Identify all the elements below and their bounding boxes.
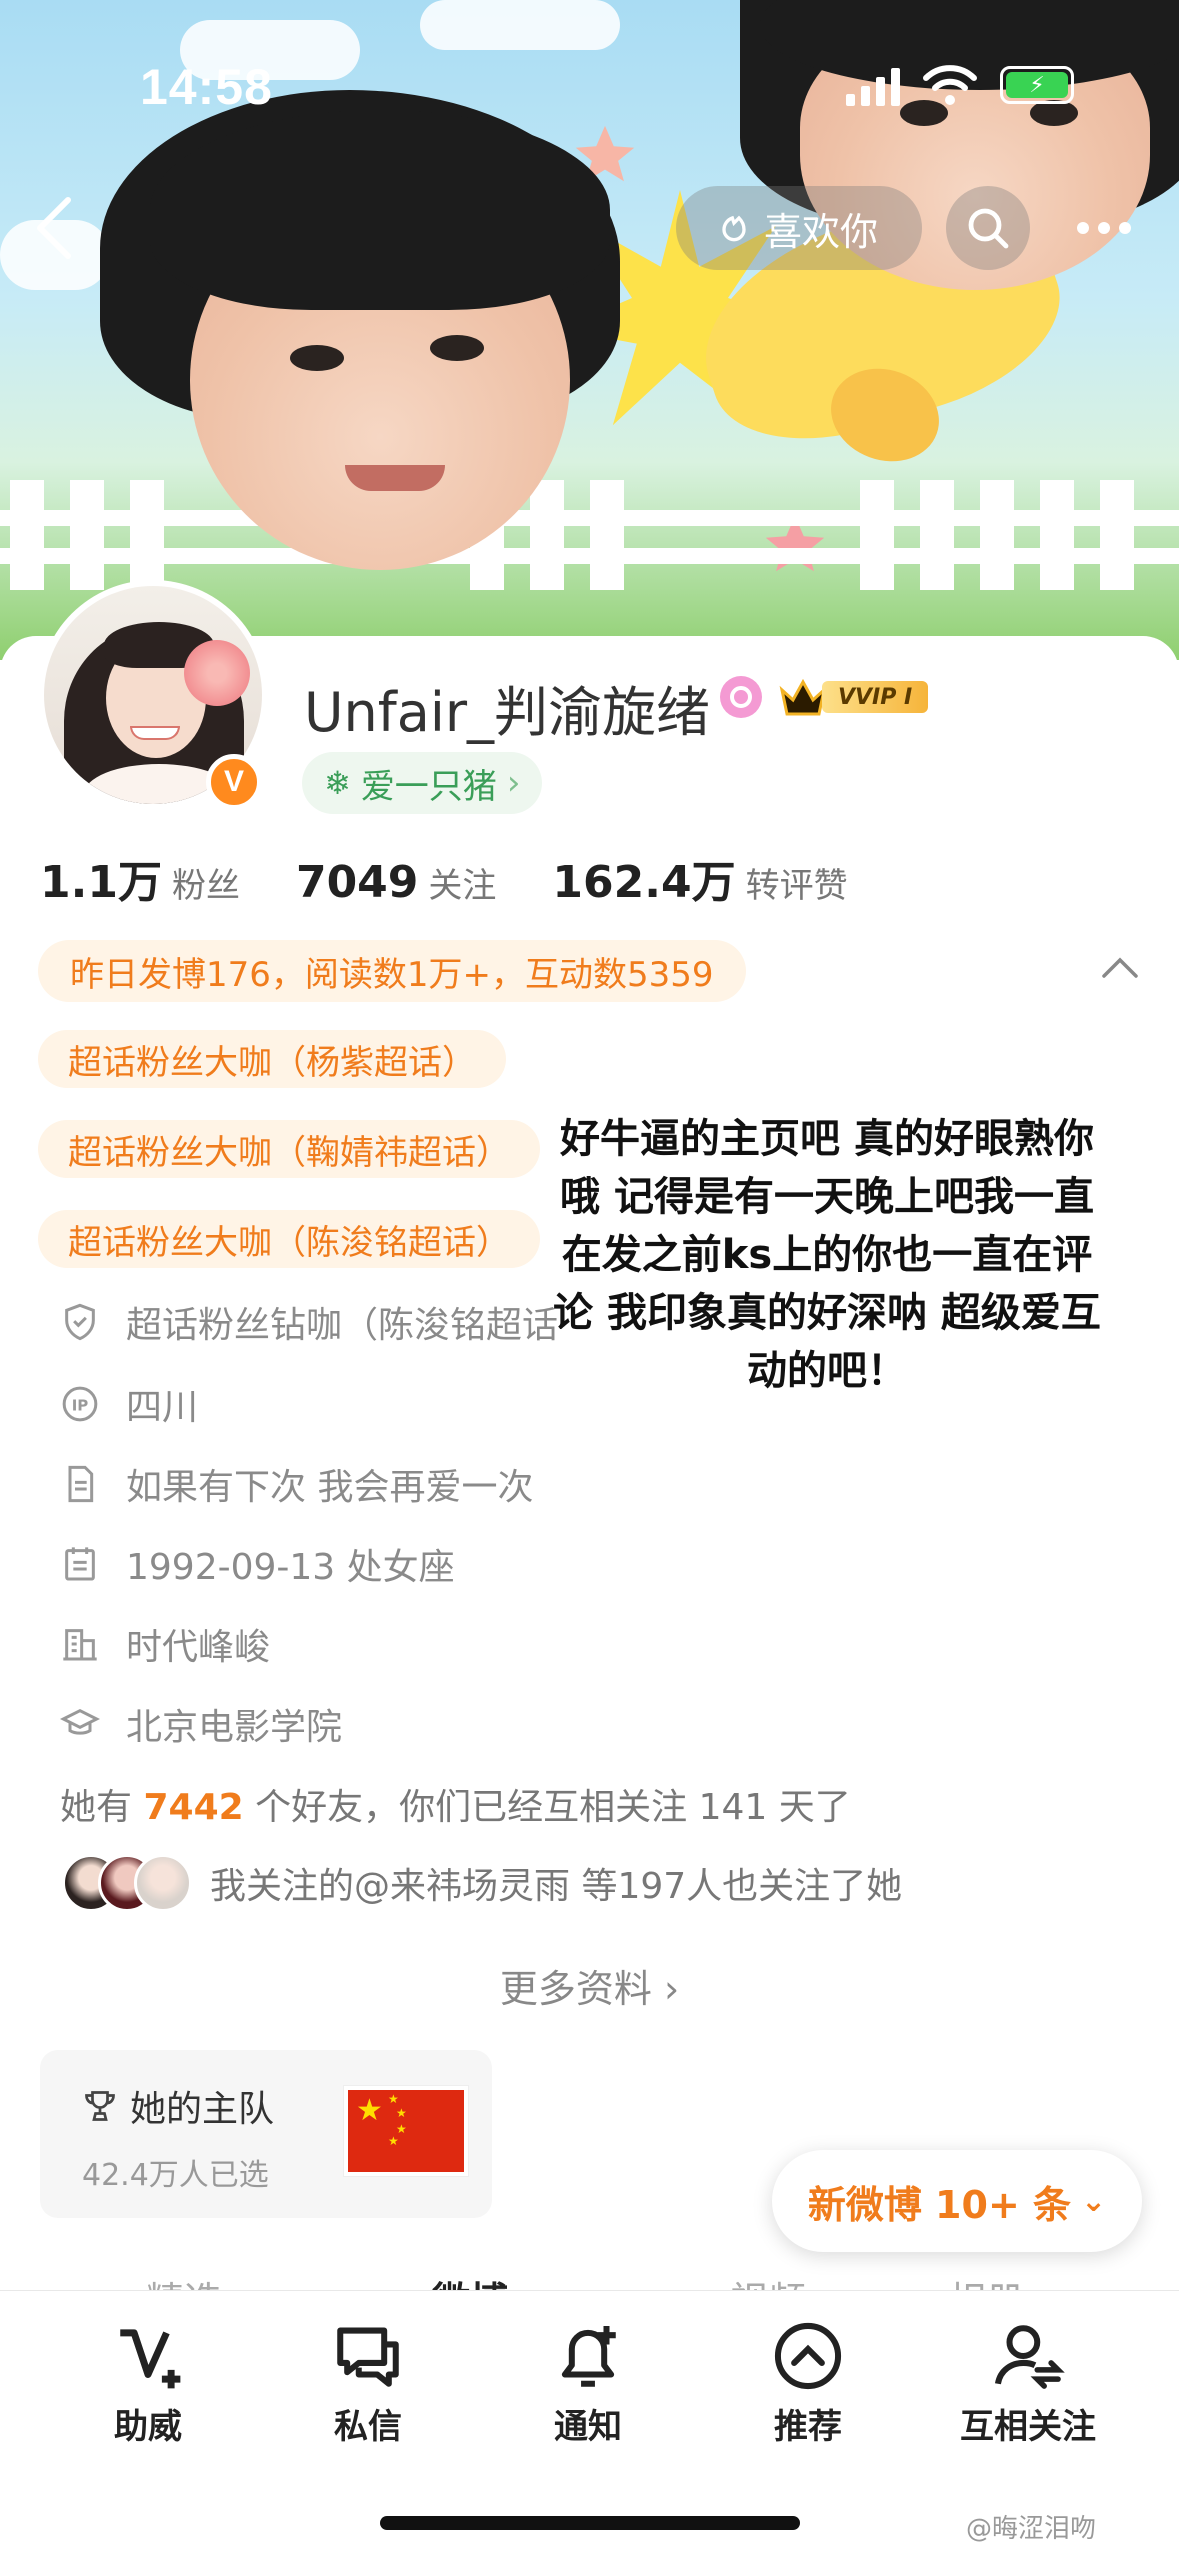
hand-icon xyxy=(722,215,746,242)
info-text: 时代峰峻 xyxy=(126,1627,271,1668)
friends-prefix: 她有 xyxy=(60,1787,133,1828)
search-icon xyxy=(968,208,1009,249)
friends-count[interactable]: 7442 xyxy=(143,1787,243,1828)
snowflake-icon: ❄ xyxy=(324,764,351,802)
following-count[interactable]: 7049 xyxy=(296,857,418,908)
team-subtitle: 42.4万人已选 xyxy=(82,2158,269,2193)
svg-text:IP: IP xyxy=(72,1397,89,1415)
shield-icon xyxy=(65,1303,95,1341)
friends-line: 她有 7442 个好友，你们已经互相关注 141 天了 xyxy=(60,1778,851,1830)
likes-count[interactable]: 162.4万 xyxy=(552,846,735,910)
info-row-company: 时代峰峻 xyxy=(60,1618,270,1670)
mutual-follow-button[interactable]: 互相关注 xyxy=(928,2319,1128,2448)
document-icon xyxy=(68,1465,94,1503)
info-row-ip: IP 四川 xyxy=(60,1378,198,1430)
info-row-school: 北京电影学院 xyxy=(60,1698,342,1750)
info-text: 超话粉丝钻咖（陈浚铭超话 xyxy=(126,1305,559,1346)
profile-tag-label: 爱一只猪 xyxy=(360,766,497,807)
vip-badge[interactable]: VVIP I xyxy=(778,676,929,718)
info-text: 四川 xyxy=(126,1387,199,1428)
team-title: 她的主队 xyxy=(130,2089,275,2130)
search-button[interactable] xyxy=(946,186,1030,270)
info-text: 如果有下次 我会再爱一次 xyxy=(126,1467,534,1508)
info-text: 1992-09-13 处女座 xyxy=(126,1547,455,1588)
new-posts-button[interactable]: 新微博 10+ 条 ⌄ xyxy=(772,2150,1142,2252)
profile-name: Unfair_判渝旋绪 xyxy=(304,681,711,744)
supertopic-chip-2[interactable]: 超话粉丝大咖（鞠婧祎超话） xyxy=(38,1120,540,1178)
supertopic-chip-3[interactable]: 超话粉丝大咖（陈浚铭超话） xyxy=(38,1210,540,1268)
likes-label: 转评赞 xyxy=(745,866,848,906)
signal-icon xyxy=(846,68,900,106)
crown-icon xyxy=(779,678,827,716)
back-icon[interactable] xyxy=(34,196,74,260)
info-row-bio: 如果有下次 我会再爱一次 xyxy=(60,1458,533,1510)
ip-icon: IP xyxy=(62,1386,98,1422)
vip-label: VVIP I xyxy=(822,681,929,713)
battery-icon: ⚡ xyxy=(1000,66,1074,104)
followers-label: 粉丝 xyxy=(171,866,240,906)
calendar-icon xyxy=(65,1547,95,1581)
profile-stats: 1.1万 粉丝 7049 关注 162.4万 转评赞 xyxy=(40,846,904,910)
verified-badge: V xyxy=(206,754,262,810)
daily-summary-chip[interactable]: 昨日发博176，阅读数1万+，互动数5359 xyxy=(38,940,746,1002)
chat-icon xyxy=(337,2327,399,2387)
status-time: 14:58 xyxy=(140,59,273,115)
team-title-row: 她的主队 xyxy=(82,2080,274,2132)
bell-plus-icon xyxy=(561,2325,616,2387)
info-row-supertopic: 超话粉丝钻咖（陈浚铭超话 xyxy=(60,1296,596,1348)
mutual-follow-label: 互相关注 xyxy=(960,2407,1096,2447)
company-icon xyxy=(63,1629,97,1661)
graduation-cap-icon xyxy=(60,1708,100,1735)
chevron-right-icon: › xyxy=(506,763,521,803)
chevron-up-circle-icon xyxy=(774,2322,842,2390)
supertopic-chip-1[interactable]: 超话粉丝大咖（杨紫超话） xyxy=(38,1030,506,1088)
v-plus-icon xyxy=(120,2329,181,2389)
mutual-avatar xyxy=(134,1854,192,1912)
recommend-button[interactable]: 推荐 xyxy=(708,2319,908,2448)
mutual-followers-row[interactable]: 我关注的@来祎场灵雨 等197人也关注了她 xyxy=(62,1854,902,1912)
double-chevron-down-icon: ⌄ xyxy=(1081,2183,1107,2219)
mutual-followers-text: 我关注的@来祎场灵雨 等197人也关注了她 xyxy=(210,1866,903,1907)
collapse-icon[interactable] xyxy=(1102,956,1138,980)
info-text: 北京电影学院 xyxy=(126,1707,343,1748)
profile-tag[interactable]: ❄ 爱一只猪 › xyxy=(302,752,543,814)
more-icon xyxy=(1077,222,1131,234)
followers-count[interactable]: 1.1万 xyxy=(40,846,162,910)
lollipop-badge-icon[interactable] xyxy=(720,676,762,718)
notify-label: 通知 xyxy=(554,2407,622,2447)
cheer-label: 助威 xyxy=(114,2407,182,2447)
more-button[interactable] xyxy=(1062,186,1146,270)
more-info-link[interactable]: 更多资料 › xyxy=(0,1958,1179,2013)
wifi-icon xyxy=(923,65,977,105)
overlay-caption: 好牛逼的主页吧 真的好眼熟你哦 记得是有一天晚上吧我一直在发之前ks上的你也一直… xyxy=(553,1116,1101,1394)
watermark: @晦涩泪吻 xyxy=(966,2514,1097,2544)
recommend-label: 推荐 xyxy=(774,2407,842,2447)
china-flag-icon: ★ ★ ★ ★ ★ xyxy=(344,2086,468,2176)
notify-button[interactable]: 通知 xyxy=(488,2319,688,2448)
like-you-button[interactable]: 喜欢你 xyxy=(676,186,922,270)
info-row-birthday: 1992-09-13 处女座 xyxy=(60,1538,455,1590)
like-you-label: 喜欢你 xyxy=(764,209,879,254)
message-button[interactable]: 私信 xyxy=(268,2319,468,2448)
cheer-button[interactable]: 助威 xyxy=(48,2319,248,2448)
message-label: 私信 xyxy=(334,2407,402,2447)
status-bar: 14:58 ⚡ xyxy=(0,0,1179,170)
trophy-icon xyxy=(85,2091,115,2121)
following-label: 关注 xyxy=(428,866,497,906)
mutual-follow-icon xyxy=(994,2325,1065,2389)
home-team-card[interactable]: 她的主队 42.4万人已选 ★ ★ ★ ★ ★ xyxy=(40,2050,492,2218)
new-posts-label: 新微博 10+ 条 xyxy=(807,2182,1072,2227)
home-indicator[interactable] xyxy=(380,2516,800,2530)
friends-suffix: 个好友，你们已经互相关注 141 天了 xyxy=(255,1787,851,1828)
